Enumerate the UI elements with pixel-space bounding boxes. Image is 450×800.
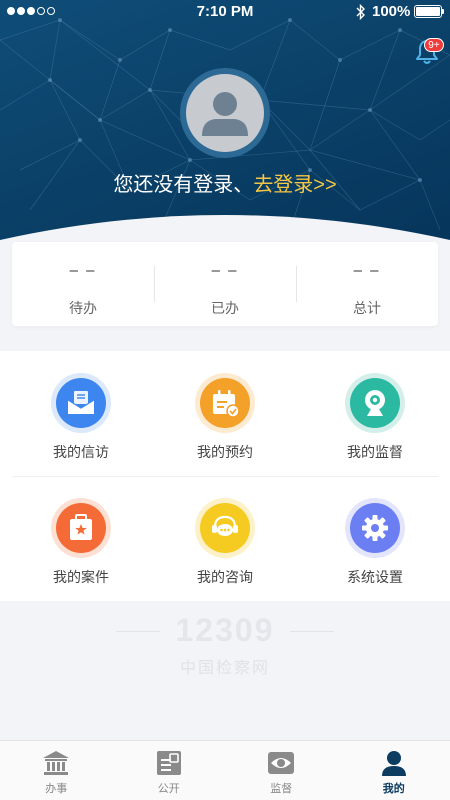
menu-grid: 我的信访 我的预约 我的监督 我的案件 我的咨询 系统设置 — [0, 351, 450, 601]
stat-pending[interactable]: – – 待办 — [12, 242, 154, 326]
menu-label: 我的预约 — [197, 444, 253, 460]
menu-item-my-supervision[interactable]: 我的监督 — [300, 351, 450, 476]
tab-label: 我的 — [382, 783, 405, 795]
public-notice-icon — [156, 751, 181, 775]
mail-icon — [67, 391, 95, 414]
menu-label: 我的监督 — [347, 444, 403, 460]
tab-label: 办事 — [45, 783, 68, 795]
login-prompt-text: 您还没有登录、 — [113, 174, 254, 196]
notification-badge: 9+ — [424, 38, 444, 52]
battery-percent: 100% — [372, 3, 411, 20]
stat-label: 待办 — [69, 300, 97, 316]
tab-mine[interactable]: 我的 — [338, 741, 450, 800]
menu-item-my-consultation[interactable]: 我的咨询 — [150, 476, 300, 601]
stat-total[interactable]: – – 总计 — [296, 242, 438, 326]
tab-bar: 办事 公开 监督 我的 — [0, 740, 450, 800]
eye-icon — [268, 752, 295, 774]
icon-ring — [51, 373, 111, 433]
tab-label: 公开 — [157, 783, 180, 795]
menu-label: 我的咨询 — [197, 569, 253, 585]
calendar-icon — [213, 390, 240, 418]
menu-item-my-appointment[interactable]: 我的预约 — [150, 351, 300, 476]
stat-value: – – — [353, 262, 381, 279]
government-building-icon — [43, 751, 70, 775]
stat-label: 总计 — [353, 300, 381, 316]
person-icon — [381, 751, 406, 776]
webcam-icon — [365, 390, 385, 416]
stats-card: – – 待办 – – 已办 – – 总计 — [12, 242, 438, 326]
gear-icon — [362, 515, 388, 541]
menu-item-my-petition[interactable]: 我的信访 — [6, 351, 156, 476]
login-link[interactable]: 去登录>> — [253, 174, 336, 196]
menu-label: 系统设置 — [347, 569, 403, 585]
bluetooth-icon — [356, 4, 365, 20]
menu-label: 我的案件 — [53, 569, 109, 585]
icon-ring — [195, 373, 255, 433]
user-avatar-icon — [202, 92, 248, 136]
chat-bubble-icon — [212, 515, 238, 536]
tab-label: 监督 — [270, 783, 293, 795]
avatar[interactable] — [186, 74, 264, 152]
icon-ring — [345, 373, 405, 433]
watermark-number: 12309 — [175, 612, 275, 648]
battery-icon — [414, 5, 442, 18]
icon-ring — [51, 498, 111, 558]
icon-ring — [345, 498, 405, 558]
menu-item-system-settings[interactable]: 系统设置 — [300, 476, 450, 601]
stat-value: – – — [211, 262, 239, 279]
tab-supervise[interactable]: 监督 — [225, 741, 338, 800]
stat-value: – – — [69, 262, 97, 279]
login-prompt: 您还没有登录、去登录>> — [0, 168, 450, 197]
case-briefcase-icon — [70, 514, 92, 540]
icon-ring — [195, 498, 255, 558]
tab-public[interactable]: 公开 — [113, 741, 226, 800]
stat-label: 已办 — [211, 300, 239, 316]
status-bar: 7:10 PM 100% — [0, 0, 450, 24]
watermark-text: 中国检察网 — [179, 660, 270, 677]
tab-handle[interactable]: 办事 — [0, 741, 113, 800]
menu-item-my-case[interactable]: 我的案件 — [6, 476, 156, 601]
stat-done[interactable]: – – 已办 — [154, 242, 296, 326]
menu-label: 我的信访 — [53, 444, 109, 460]
